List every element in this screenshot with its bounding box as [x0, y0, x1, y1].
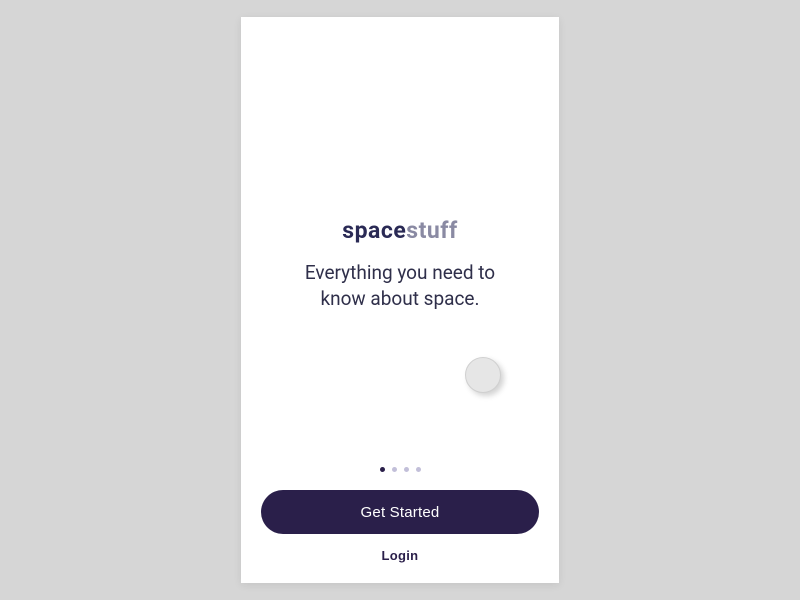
page-dot-4[interactable]	[416, 467, 421, 472]
bottom-controls: Get Started Login	[241, 467, 559, 563]
onboarding-screen: spacestuff Everything you need to know a…	[241, 17, 559, 583]
page-dot-2[interactable]	[392, 467, 397, 472]
brand-prefix: space	[342, 217, 406, 244]
get-started-button[interactable]: Get Started	[261, 490, 539, 534]
pagination-dots	[380, 467, 421, 472]
onboarding-tagline: Everything you need to know about space.	[241, 260, 559, 311]
brand-logo: spacestuff	[342, 217, 457, 244]
swipe-handle-icon[interactable]	[465, 357, 501, 393]
brand-suffix: stuff	[406, 217, 457, 244]
page-dot-3[interactable]	[404, 467, 409, 472]
login-button[interactable]: Login	[382, 548, 419, 563]
page-dot-1[interactable]	[380, 467, 385, 472]
